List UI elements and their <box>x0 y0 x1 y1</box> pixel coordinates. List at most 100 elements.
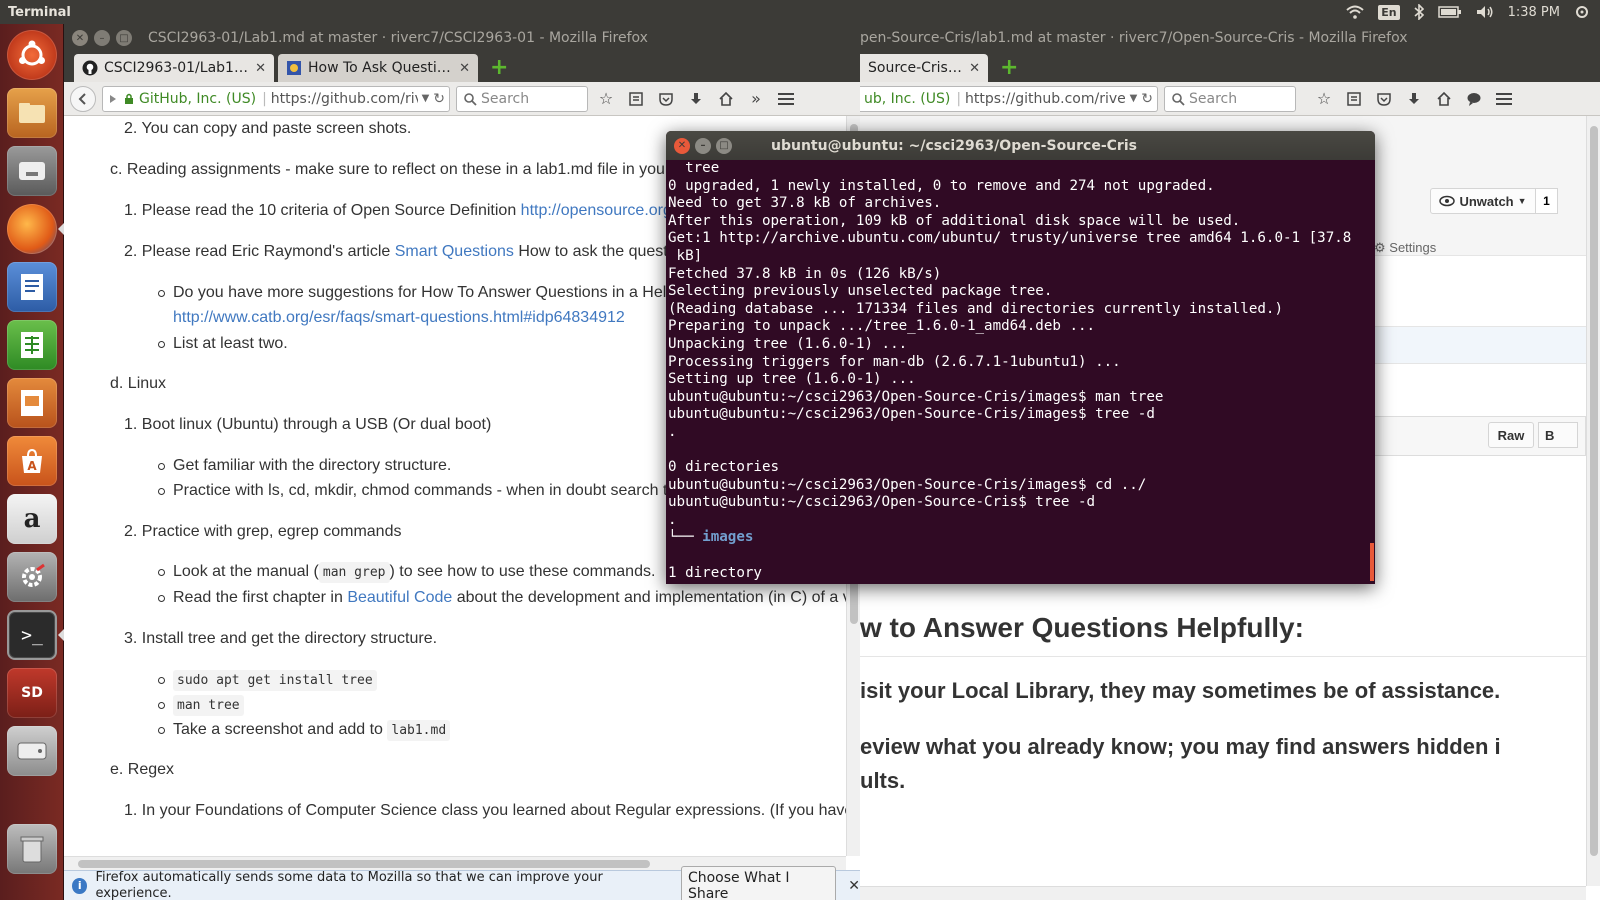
markdown-line: ults. <box>860 768 906 793</box>
close-icon[interactable]: ✕ <box>848 878 860 894</box>
url-text: https://github.com/river <box>270 90 418 107</box>
launcher: A a >_ SD <box>0 24 64 900</box>
tab-close-icon[interactable]: ✕ <box>969 61 980 76</box>
tab-open-source-cris[interactable]: Source-Cris/la... ✕ <box>860 54 988 82</box>
tab-lab1[interactable]: CSCI2963-01/Lab1.... ✕ <box>74 54 274 82</box>
bullet <box>158 569 165 576</box>
close-window-icon[interactable]: ✕ <box>674 137 690 154</box>
close-window-icon[interactable]: ✕ <box>72 30 88 46</box>
bluetooth-icon[interactable] <box>1414 4 1424 20</box>
terminal-line: └── images <box>668 529 754 546</box>
watchers-count[interactable]: 1 <box>1536 188 1558 214</box>
terminal-line: (Reading database ... 171334 files and d… <box>668 300 1283 317</box>
terminal-window[interactable]: ✕ – □ ubuntu@ubuntu: ~/csci2963/Open-Sou… <box>666 131 1375 584</box>
home-icon[interactable] <box>1432 87 1456 111</box>
search-input[interactable]: Search <box>456 85 588 112</box>
scroll-thumb[interactable] <box>1590 126 1598 856</box>
wifi-icon[interactable] <box>1346 5 1364 19</box>
list-item: Get familiar with the directory structur… <box>173 457 452 474</box>
power-gear-icon[interactable] <box>1574 4 1590 20</box>
reload-icon[interactable]: ↻ <box>1141 91 1153 107</box>
info-icon: i <box>72 877 88 894</box>
keyboard-layout-indicator[interactable]: En <box>1378 4 1400 20</box>
horizontal-scrollbar[interactable] <box>860 886 1586 900</box>
terminal-line: Preparing to unpack .../tree_1.6.0-1_amd… <box>668 318 1096 335</box>
sd-card-icon[interactable]: SD <box>7 668 57 718</box>
home-icon[interactable] <box>714 87 738 111</box>
markdown-heading: w to Answer Questions Helpfully: <box>860 612 1304 643</box>
lock-icon[interactable] <box>123 93 135 105</box>
smart-questions-link[interactable]: Smart Questions <box>395 243 514 260</box>
choose-what-i-share-button[interactable]: Choose What I Share <box>680 865 837 900</box>
terminal-line: Fetched 37.8 kB in 0s (126 kB/s) <box>668 265 942 282</box>
reading-list-icon[interactable] <box>624 87 648 111</box>
new-tab-icon[interactable]: + <box>992 55 1026 82</box>
inline-code: sudo apt get install tree <box>173 670 377 691</box>
maximize-window-icon[interactable]: □ <box>116 30 132 46</box>
left-window-titlebar: ✕ – □ CSCI2963-01/Lab1.md at master · ri… <box>64 24 860 52</box>
terminal-line: 0 upgraded, 1 newly installed, 0 to remo… <box>668 177 1215 194</box>
files-icon[interactable] <box>7 88 57 138</box>
terminal-icon[interactable]: >_ <box>7 610 57 660</box>
downloads-icon[interactable] <box>1402 87 1426 111</box>
scroll-thumb[interactable] <box>78 860 650 868</box>
reload-icon[interactable]: ↻ <box>433 91 445 107</box>
tab-settings[interactable]: ⚙ Settings <box>1374 240 1436 256</box>
amazon-icon[interactable]: a <box>7 494 57 544</box>
clock[interactable]: 1:38 PM <box>1508 5 1560 20</box>
calc-icon[interactable] <box>7 320 57 370</box>
url-dropdown-icon[interactable]: ▼ <box>422 93 430 104</box>
terminal-line: ubuntu@ubuntu:~/csci2963/Open-Source-Cri… <box>668 388 1164 405</box>
volume-icon[interactable] <box>1476 5 1494 19</box>
back-icon[interactable] <box>70 85 96 112</box>
list-item: 1. Boot linux (Ubuntu) through a USB (Or… <box>124 416 492 433</box>
hamburger-menu-icon[interactable] <box>774 87 798 111</box>
catb-link[interactable]: http://www.catb.org/esr/faqs/smart-quest… <box>173 309 625 327</box>
minimize-window-icon[interactable]: – <box>94 30 110 46</box>
chat-icon[interactable] <box>1462 87 1486 111</box>
indicator-area: En 1:38 PM <box>1346 0 1590 24</box>
bookmark-star-icon[interactable]: ☆ <box>1312 87 1336 111</box>
url-bar[interactable]: ub, Inc. (US) | https://github.com/river… <box>860 85 1158 112</box>
terminal-title: ubuntu@ubuntu: ~/csci2963/Open-Source-Cr… <box>771 137 1137 154</box>
minimize-window-icon[interactable]: – <box>695 137 711 154</box>
ubuntu-dash-icon[interactable] <box>7 30 57 80</box>
system-settings-icon[interactable] <box>7 552 57 602</box>
new-tab-icon[interactable]: + <box>482 55 516 82</box>
tab-close-icon[interactable]: ✕ <box>255 61 266 76</box>
trash-icon[interactable] <box>7 824 57 874</box>
terminal-titlebar[interactable]: ✕ – □ ubuntu@ubuntu: ~/csci2963/Open-Sou… <box>666 131 1375 160</box>
url-bar[interactable]: GitHub, Inc. (US) | https://github.com/r… <box>102 85 450 112</box>
raw-button[interactable]: Raw <box>1488 422 1534 448</box>
firefox-icon[interactable] <box>7 204 57 254</box>
maximize-window-icon[interactable]: □ <box>716 137 732 154</box>
terminal-output[interactable]: tree 0 upgraded, 1 newly installed, 0 to … <box>668 160 1373 584</box>
pocket-icon[interactable] <box>1372 87 1396 111</box>
terminal-line: Get:1 http://archive.ubuntu.com/ubuntu/ … <box>668 230 1352 247</box>
tab-close-icon[interactable]: ✕ <box>459 61 470 76</box>
beautiful-code-link[interactable]: Beautiful Code <box>347 589 452 606</box>
overflow-chevron-icon[interactable]: » <box>744 87 768 111</box>
notification-message: Firefox automatically sends some data to… <box>95 869 603 900</box>
unwatch-button[interactable]: Unwatch ▼ <box>1430 188 1536 214</box>
disk-icon[interactable] <box>7 726 57 776</box>
terminal-scrollbar[interactable] <box>1370 543 1374 581</box>
top-panel: Terminal En 1:38 PM <box>0 0 1600 24</box>
bookmark-star-icon[interactable]: ☆ <box>594 87 618 111</box>
site-identity: GitHub, Inc. (US) <box>139 90 257 107</box>
impress-icon[interactable] <box>7 378 57 428</box>
drive-icon[interactable] <box>7 146 57 196</box>
writer-icon[interactable] <box>7 262 57 312</box>
reading-list-icon[interactable] <box>1342 87 1366 111</box>
downloads-icon[interactable] <box>684 87 708 111</box>
search-input[interactable]: Search <box>1164 85 1296 112</box>
hamburger-menu-icon[interactable] <box>1492 87 1516 111</box>
pocket-icon[interactable] <box>654 87 678 111</box>
software-center-icon[interactable]: A <box>7 436 57 486</box>
blame-button[interactable]: B <box>1538 422 1578 448</box>
vertical-scrollbar[interactable] <box>1586 116 1600 886</box>
opensource-link[interactable]: http://opensource.org/d <box>521 202 686 219</box>
tab-how-to-ask[interactable]: How To Ask Questio... ✕ <box>278 54 478 82</box>
battery-icon[interactable] <box>1437 6 1462 18</box>
url-dropdown-icon[interactable]: ▼ <box>1130 93 1138 104</box>
